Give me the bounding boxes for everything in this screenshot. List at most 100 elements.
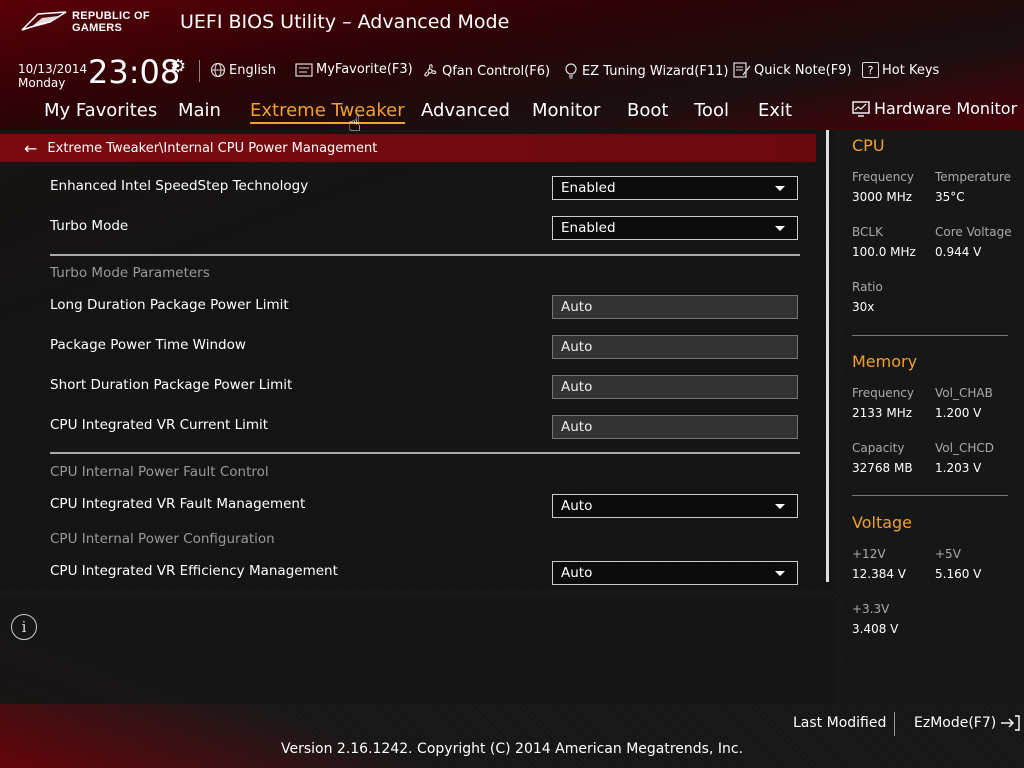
mouse-pointer-icon: ☝ [348, 112, 362, 137]
lightbulb-icon [565, 63, 577, 79]
note-icon [733, 62, 751, 78]
divider [50, 254, 800, 256]
help-description-area [0, 596, 836, 704]
time-window-field[interactable]: Auto [552, 335, 798, 359]
ezmode-button[interactable]: EzMode(F7) [914, 715, 1020, 731]
tab-tool[interactable]: Tool [694, 100, 729, 121]
vr-efficiency-select[interactable]: Auto [552, 561, 798, 585]
vr-current-field[interactable]: Auto [552, 415, 798, 439]
ezmode-label: EzMode(F7) [914, 715, 997, 731]
logo-line-1: REPUBLIC OF [72, 10, 150, 22]
memory-heading: Memory [852, 352, 918, 371]
cpu-frequency-value: 3000 MHz [852, 190, 913, 204]
date-display: 10/13/2014 Monday [18, 62, 87, 90]
date-text: 10/13/2014 [18, 62, 88, 76]
tab-extreme-tweaker[interactable]: Extreme Tweaker [250, 100, 405, 124]
divider [852, 335, 1008, 336]
tab-main[interactable]: Main [178, 100, 221, 121]
info-icon: i [11, 614, 37, 640]
v33-value: 3.408 V [852, 622, 899, 636]
v5-label: +5V [935, 547, 961, 561]
tab-exit[interactable]: Exit [758, 100, 792, 121]
turbo-mode-select[interactable]: Enabled [552, 216, 798, 240]
speedstep-label: Enhanced Intel SpeedStep Technology [50, 178, 309, 194]
hardware-monitor-label: Hardware Monitor [874, 99, 1018, 118]
capacity-label: Capacity [852, 441, 905, 455]
long-duration-label: Long Duration Package Power Limit [50, 297, 289, 313]
last-modified-button[interactable]: Last Modified [793, 715, 886, 731]
divider [894, 712, 895, 736]
myfavorite-button[interactable]: MyFavorite(F3) [295, 62, 413, 77]
copyright-text: Version 2.16.1242. Copyright (C) 2014 Am… [280, 741, 744, 757]
rog-eye-icon [21, 11, 67, 31]
divider [199, 60, 200, 82]
chevron-down-icon [775, 571, 785, 576]
speedstep-select[interactable]: Enabled [552, 176, 798, 200]
cpu-temperature-value: 35°C [935, 190, 965, 204]
vr-fault-value: Auto [561, 498, 593, 514]
ez-tuning-button[interactable]: EZ Tuning Wizard(F11) [563, 62, 728, 80]
globe-icon [210, 62, 226, 78]
short-duration-field[interactable]: Auto [552, 375, 798, 399]
hot-keys-label: Hot Keys [882, 62, 940, 78]
divider [50, 452, 800, 454]
vol-chcd-label: Vol_CHCD [935, 441, 994, 455]
rog-logo: REPUBLIC OF GAMERS [20, 8, 170, 38]
voltage-heading: Voltage [852, 513, 913, 532]
v33-label: +3.3V [852, 602, 890, 616]
tab-boot[interactable]: Boot [627, 100, 668, 121]
cpu-frequency-label: Frequency [852, 170, 914, 184]
quick-note-button[interactable]: Quick Note(F9) [733, 62, 852, 78]
back-arrow-icon[interactable]: ← [24, 139, 37, 158]
vr-efficiency-value: Auto [561, 565, 593, 581]
gear-icon[interactable]: ⚙ [170, 56, 186, 77]
qfan-button[interactable]: Qfan Control(F6) [421, 62, 550, 80]
last-modified-label: Last Modified [793, 715, 887, 731]
ratio-value: 30x [852, 300, 875, 314]
hot-keys-button[interactable]: ? Hot Keys [862, 62, 939, 78]
bclk-label: BCLK [852, 225, 883, 239]
core-voltage-value: 0.944 V [935, 245, 982, 259]
tab-my-favorites[interactable]: My Favorites [44, 100, 157, 121]
time-window-label: Package Power Time Window [50, 337, 246, 353]
ratio-label: Ratio [852, 280, 883, 294]
time-window-value: Auto [561, 339, 593, 355]
v12-value: 12.384 V [852, 567, 907, 581]
short-duration-value: Auto [561, 379, 593, 395]
vr-fault-label: CPU Integrated VR Fault Management [50, 496, 306, 512]
breadcrumb: ← Extreme Tweaker\Internal CPU Power Man… [0, 134, 816, 162]
v5-value: 5.160 V [935, 567, 982, 581]
vr-fault-select[interactable]: Auto [552, 494, 798, 518]
speedstep-value: Enabled [561, 180, 616, 196]
language-button[interactable]: English [210, 62, 276, 78]
vol-chab-label: Vol_CHAB [935, 386, 993, 400]
vr-current-value: Auto [561, 419, 593, 435]
core-voltage-label: Core Voltage [935, 225, 1012, 239]
fault-control-heading: CPU Internal Power Fault Control [50, 464, 269, 480]
time-display: 23:08 [88, 53, 181, 91]
long-duration-field[interactable]: Auto [552, 295, 798, 319]
vr-efficiency-label: CPU Integrated VR Efficiency Management [50, 563, 338, 579]
fan-icon [424, 64, 437, 77]
divider [852, 495, 1008, 496]
monitor-icon [852, 100, 870, 117]
logo-text: REPUBLIC OF GAMERS [72, 10, 150, 34]
capacity-value: 32768 MB [852, 461, 913, 475]
vr-current-label: CPU Integrated VR Current Limit [50, 417, 269, 433]
day-text: Monday [18, 76, 66, 90]
scrollbar[interactable] [826, 130, 829, 582]
bclk-value: 100.0 MHz [852, 245, 916, 259]
tab-advanced[interactable]: Advanced [421, 100, 510, 121]
cpu-heading: CPU [852, 136, 885, 155]
hardware-monitor-title: Hardware Monitor [852, 99, 1017, 118]
long-duration-value: Auto [561, 299, 593, 315]
tab-monitor[interactable]: Monitor [532, 100, 600, 121]
turbo-mode-value: Enabled [561, 220, 616, 236]
power-config-heading: CPU Internal Power Configuration [50, 531, 275, 547]
chevron-down-icon [775, 186, 785, 191]
vol-chcd-value: 1.203 V [935, 461, 982, 475]
exit-arrow-icon [1001, 715, 1020, 731]
turbo-mode-label: Turbo Mode [50, 218, 129, 234]
qfan-label: Qfan Control(F6) [442, 63, 551, 79]
favorite-icon [295, 62, 313, 77]
